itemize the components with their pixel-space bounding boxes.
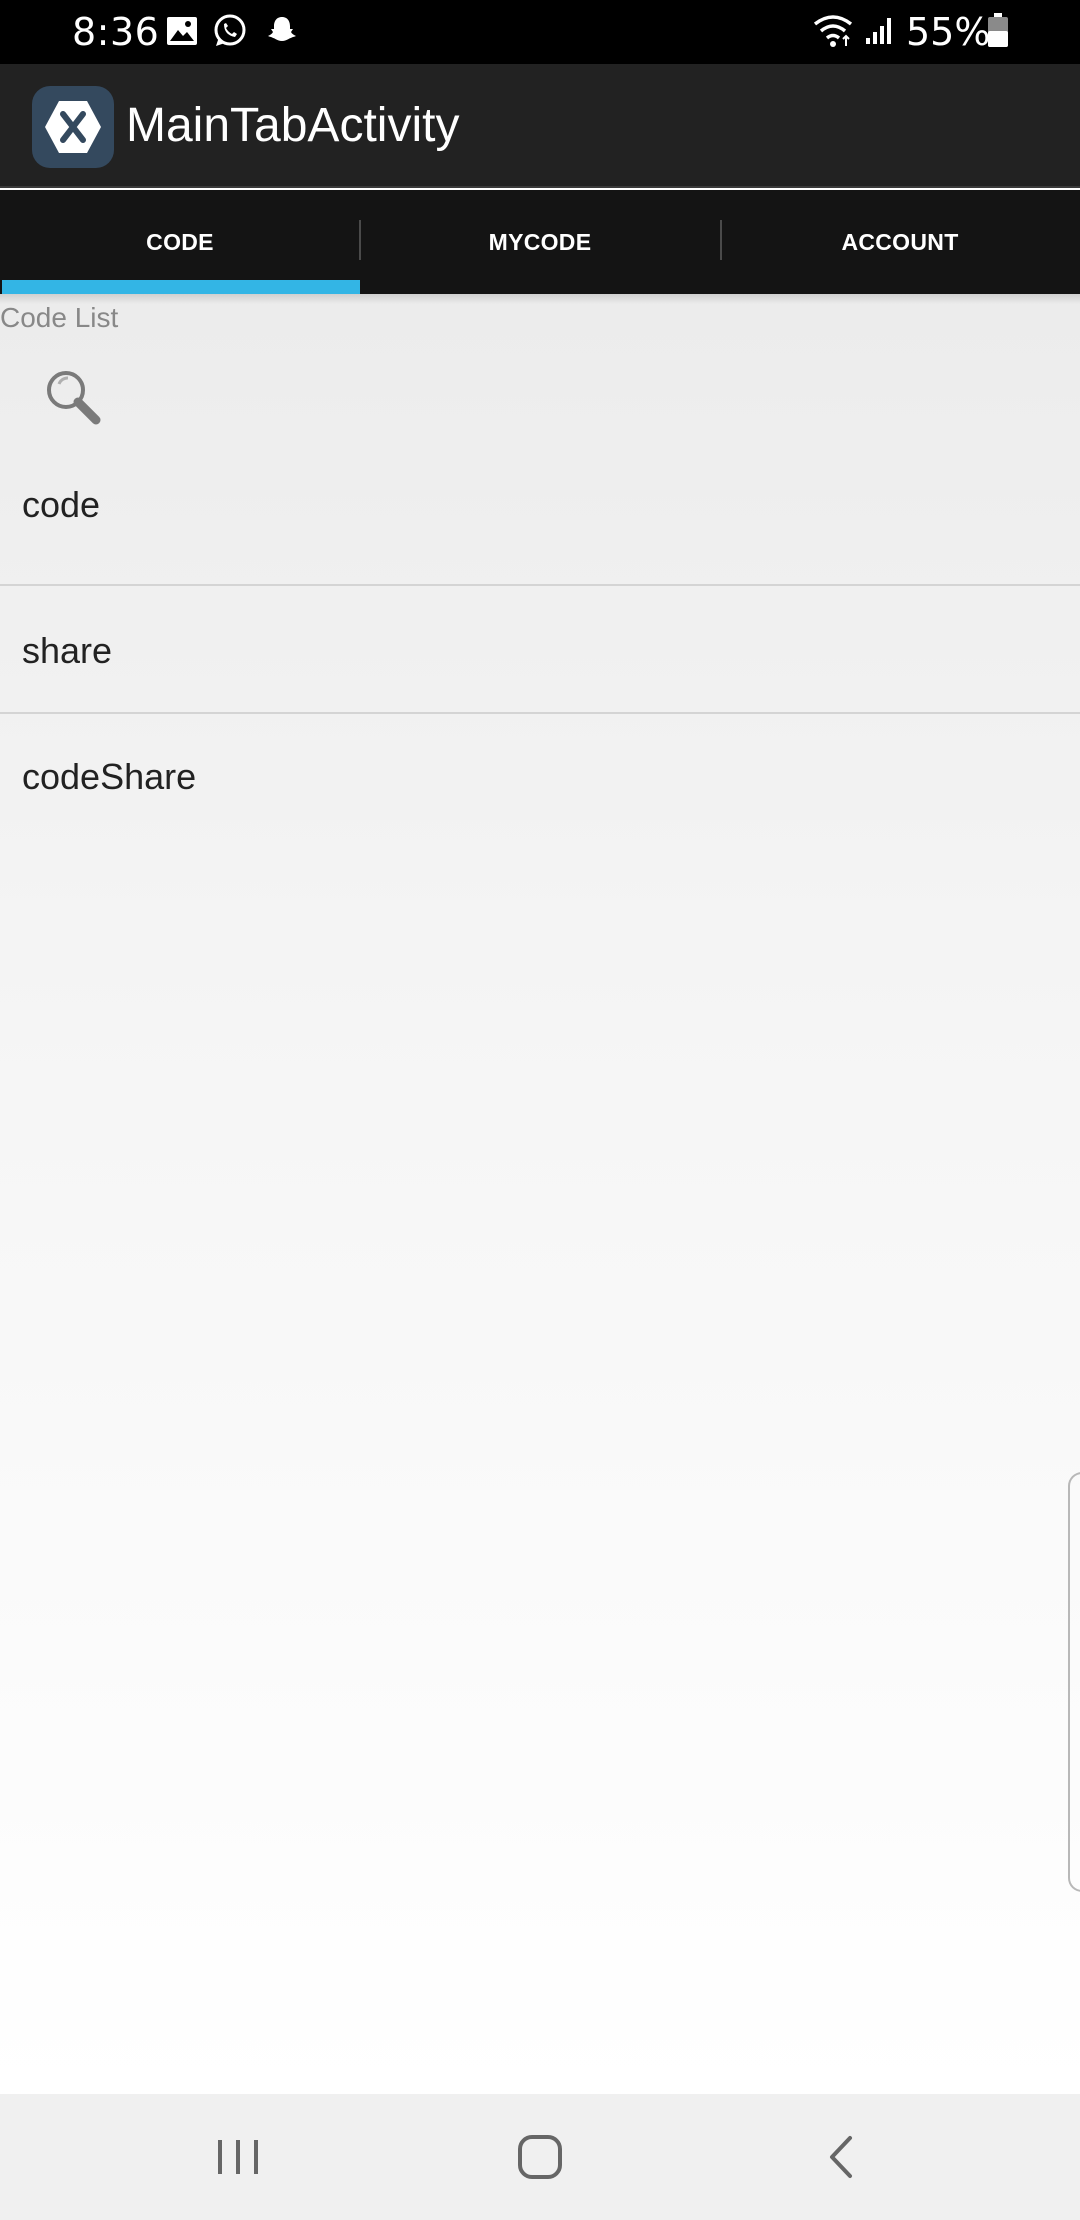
recents-icon[interactable] (208, 2132, 268, 2182)
list-item-code[interactable]: code (0, 442, 1080, 568)
selected-tab-indicator (2, 280, 360, 294)
tab-code-label: CODE (146, 228, 214, 255)
list-item-codeshare[interactable]: codeShare (0, 714, 1080, 840)
whatsapp-icon (214, 14, 246, 46)
snapchat-icon (268, 17, 296, 41)
list-divider (0, 584, 1080, 586)
battery-icon (988, 13, 1008, 47)
xamarin-logo-icon[interactable] (32, 86, 114, 168)
edge-panel-handle[interactable] (1068, 1472, 1080, 1892)
tab-account-label: ACCOUNT (841, 228, 959, 255)
wifi-icon (813, 15, 853, 47)
app-title: MainTabActivity (126, 99, 460, 152)
list-item-label: codeShare (22, 756, 197, 797)
back-icon[interactable] (812, 2132, 872, 2182)
tab-code[interactable]: CODE (0, 190, 360, 294)
action-bar: MainTabActivity (0, 64, 1080, 188)
home-icon[interactable] (510, 2132, 570, 2182)
list-item-label: share (22, 630, 113, 671)
code-list-panel: Code List code share codeShare (0, 294, 1080, 2094)
search-icon[interactable] (40, 364, 106, 430)
tab-bar: CODE MYCODE ACCOUNT (0, 190, 1080, 294)
signal-icon (866, 18, 891, 44)
tab-mycode[interactable]: MYCODE (360, 190, 720, 294)
list-header: Code List (0, 302, 119, 333)
navigation-bar (0, 2094, 1080, 2220)
tab-account[interactable]: ACCOUNT (720, 190, 1080, 294)
battery-percent: 55% (906, 10, 991, 54)
status-time: 8:36 (72, 10, 160, 54)
list-item-share[interactable]: share (0, 588, 1080, 714)
status-bar: 8:36 55% (0, 0, 1080, 64)
list-item-label: code (22, 484, 101, 525)
gallery-icon (167, 17, 197, 45)
tab-mycode-label: MYCODE (488, 228, 592, 255)
